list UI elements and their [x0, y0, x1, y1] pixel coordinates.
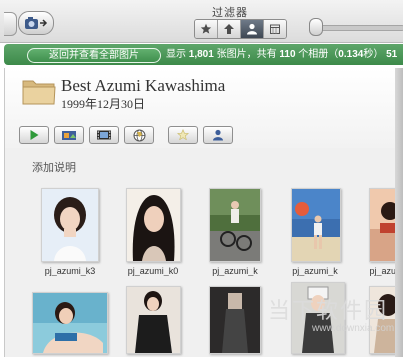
camera-icon — [25, 17, 48, 29]
photo-image — [127, 189, 180, 261]
album-action-row — [19, 126, 233, 144]
favorite-button[interactable] — [168, 126, 198, 144]
photo-thumbnail[interactable] — [291, 282, 345, 354]
photo-count: 1,801 — [188, 49, 214, 60]
back-to-all-photos-button[interactable]: 返回并查看全部图片 — [27, 48, 161, 63]
status-summary: 显示 1,801 张图片，共有 110 个相册（0.134秒） 51 — [166, 48, 397, 61]
photo-image — [210, 287, 260, 353]
calendar-icon — [270, 24, 280, 34]
import-button[interactable] — [18, 11, 54, 35]
person-icon — [247, 23, 257, 35]
photo-thumbnail[interactable] — [41, 188, 99, 262]
photo-caption: pj_azumi_k0 — [127, 266, 179, 276]
photo-image — [42, 189, 98, 261]
sidebar-toggle-button[interactable] — [4, 12, 17, 36]
album-date: 1999年12月30日 — [61, 97, 146, 111]
photo-thumbnail[interactable] — [209, 188, 261, 262]
slideshow-icon — [62, 131, 76, 140]
photo-caption: pj_azumi_k — [212, 266, 258, 276]
album-content: Best Azumi Kawashima 1999年12月30日 添加说明 pj… — [4, 68, 403, 357]
photo-thumbnail[interactable] — [126, 188, 181, 262]
zoom-slider-knob[interactable] — [309, 18, 323, 36]
film-icon — [97, 130, 111, 140]
photo-image — [33, 293, 107, 353]
status-prefix: 显示 — [166, 49, 186, 60]
status-bar: 返回并查看全部图片 显示 1,801 张图片，共有 110 个相册（0.134秒… — [4, 44, 403, 65]
filter-star-button[interactable] — [195, 20, 218, 38]
filter-person-button[interactable] — [241, 20, 264, 38]
status-mid: 张图片，共有 — [216, 49, 277, 60]
photo-image — [210, 189, 260, 261]
globe-button[interactable] — [124, 126, 154, 144]
filter-label: 过滤器 — [212, 7, 248, 19]
status-cut: 51 — [386, 49, 398, 60]
zoom-slider-track[interactable] — [316, 25, 403, 31]
album-count: 110 — [279, 49, 296, 60]
elapsed-seconds: 0.134 — [338, 49, 364, 60]
action-separator — [159, 126, 163, 144]
filter-up-button[interactable] — [218, 20, 241, 38]
up-arrow-icon — [224, 24, 234, 34]
faces-button[interactable] — [203, 126, 233, 144]
star-icon — [177, 129, 189, 141]
window-edge — [395, 68, 403, 357]
slideshow-button[interactable] — [54, 126, 84, 144]
photo-image — [127, 287, 180, 353]
photo-thumbnail[interactable] — [32, 292, 108, 354]
film-button[interactable] — [89, 126, 119, 144]
photo-thumbnail[interactable] — [126, 286, 181, 354]
photo-thumbnail[interactable] — [209, 286, 261, 354]
album-header: Best Azumi Kawashima 1999年12月30日 — [5, 68, 403, 148]
play-icon — [30, 130, 39, 140]
photo-caption: pj_azumi_k — [292, 266, 338, 276]
play-button[interactable] — [19, 126, 49, 144]
photo-thumbnail[interactable] — [291, 188, 341, 262]
photo-image — [292, 189, 340, 261]
status-tail: 秒） — [363, 49, 384, 60]
status-suffix: 个相册（ — [298, 49, 339, 60]
album-title: Best Azumi Kawashima — [61, 76, 226, 95]
filter-button-group — [194, 19, 287, 39]
top-toolbar: 过滤器 — [0, 0, 403, 43]
person-icon — [213, 129, 223, 141]
globe-icon — [133, 129, 145, 141]
photo-caption: pj_azumi_k3 — [44, 266, 96, 276]
add-description-field[interactable]: 添加说明 — [32, 159, 76, 175]
star-icon — [200, 23, 212, 34]
photo-image — [292, 283, 344, 353]
filter-calendar-button[interactable] — [264, 20, 286, 38]
folder-icon — [22, 80, 56, 105]
